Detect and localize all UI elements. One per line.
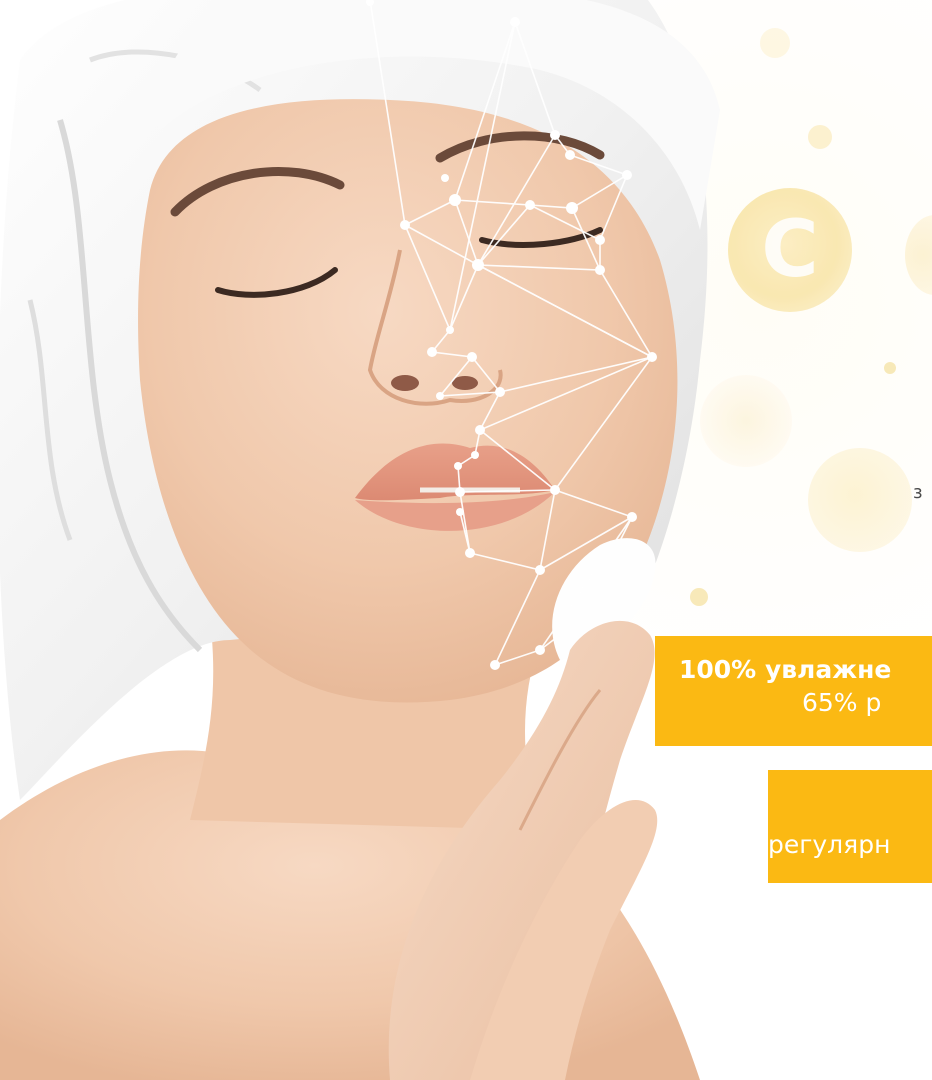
benefit-subline: 65% р (802, 688, 882, 717)
usage-text: регулярн (768, 830, 891, 859)
decorative-bubble (884, 362, 896, 374)
benefit-headline: 100% увлажне (679, 655, 892, 684)
decorative-bubble (905, 215, 932, 295)
decorative-bubble (808, 448, 912, 552)
woman-portrait-image (0, 0, 720, 1080)
usage-banner: регулярн (768, 770, 932, 883)
benefit-banner: 100% увлажне 65% р (655, 636, 932, 746)
promo-banner: C з 100% увлажне 65% р регулярн (0, 0, 932, 1080)
cropped-text-fragment: з (913, 482, 923, 503)
decorative-bubble (808, 125, 832, 149)
decorative-bubble (760, 28, 790, 58)
